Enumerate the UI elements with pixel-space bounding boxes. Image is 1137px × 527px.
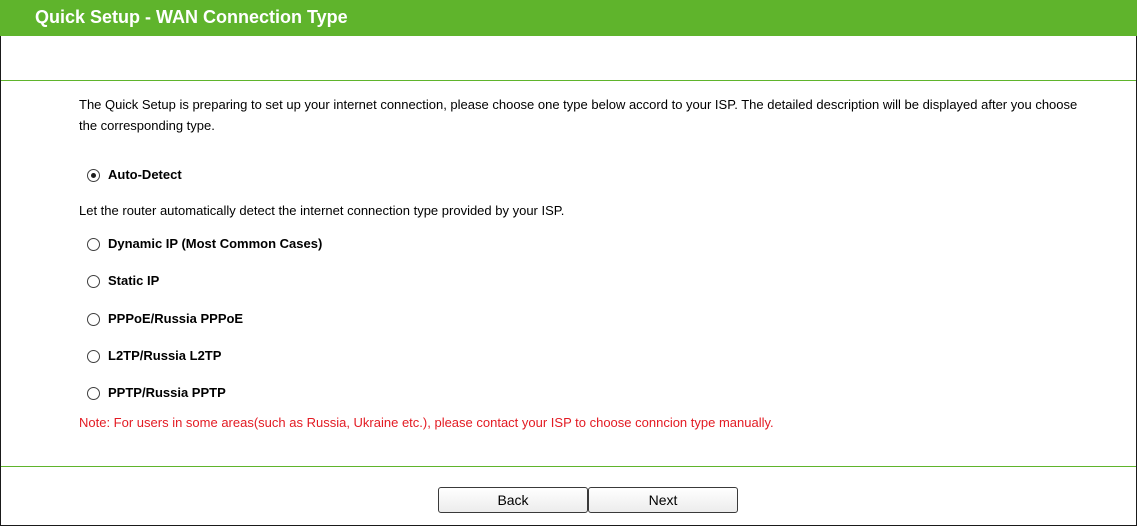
top-divider — [1, 80, 1136, 81]
option-label-l2tp: L2TP/Russia L2TP — [108, 348, 222, 363]
option-static-ip[interactable]: Static IP — [87, 273, 159, 289]
option-l2tp[interactable]: L2TP/Russia L2TP — [87, 348, 221, 364]
radio-l2tp[interactable] — [87, 349, 100, 363]
page-title: Quick Setup - WAN Connection Type — [35, 7, 348, 27]
radio-auto-detect[interactable] — [87, 168, 100, 182]
option-dynamic-ip[interactable]: Dynamic IP (Most Common Cases) — [87, 236, 322, 252]
next-button[interactable]: Next — [588, 487, 738, 513]
intro-description: The Quick Setup is preparing to set up y… — [79, 97, 1078, 133]
option-label-pptp: PPTP/Russia PPTP — [108, 385, 226, 400]
option-pptp[interactable]: PPTP/Russia PPTP — [87, 385, 226, 401]
isp-note: Note: For users in some areas(such as Ru… — [79, 415, 774, 430]
option-label-static-ip: Static IP — [108, 273, 160, 288]
radio-pppoe[interactable] — [87, 312, 100, 326]
radio-static-ip[interactable] — [87, 274, 100, 288]
bottom-divider — [1, 466, 1136, 467]
option-label-auto-detect: Auto-Detect — [108, 167, 182, 182]
option-label-pppoe: PPPoE/Russia PPPoE — [108, 311, 244, 326]
page-header: Quick Setup - WAN Connection Type — [0, 0, 1137, 36]
radio-pptp[interactable] — [87, 386, 100, 400]
page-frame — [0, 0, 1137, 526]
radio-dynamic-ip[interactable] — [87, 237, 100, 251]
auto-detect-description: Let the router automatically detect the … — [79, 203, 565, 218]
option-label-dynamic-ip: Dynamic IP (Most Common Cases) — [108, 236, 323, 251]
option-pppoe[interactable]: PPPoE/Russia PPPoE — [87, 311, 243, 327]
option-auto-detect[interactable]: Auto-Detect — [87, 167, 182, 183]
back-button[interactable]: Back — [438, 487, 588, 513]
